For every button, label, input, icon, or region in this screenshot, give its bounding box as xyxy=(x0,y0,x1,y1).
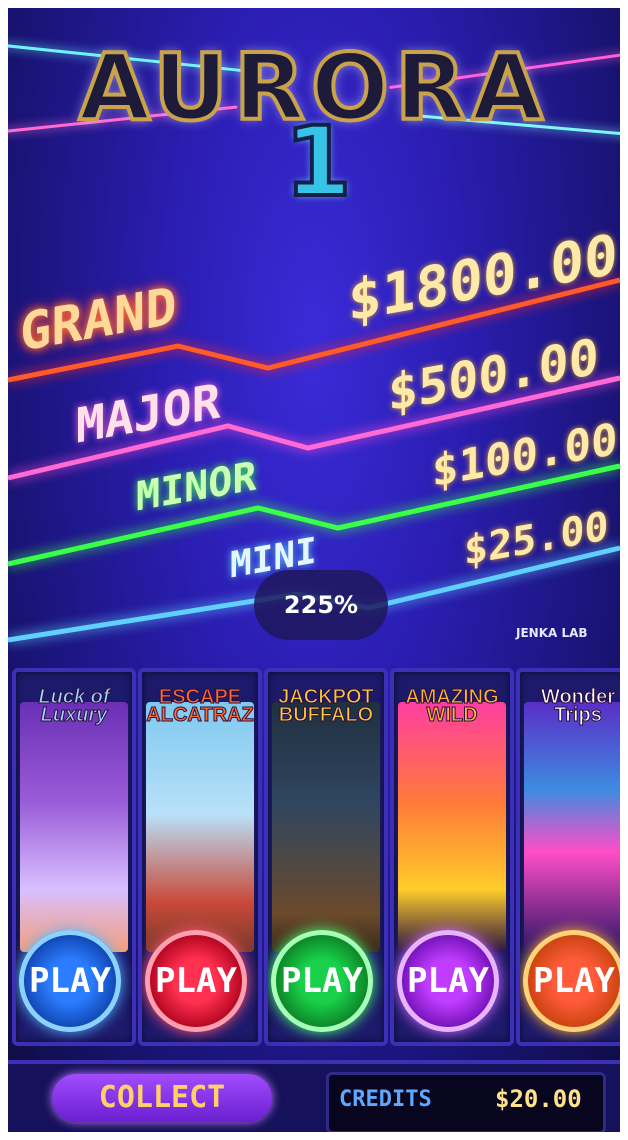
game-card-amazing-wild[interactable]: AMAZING WILD PLAY xyxy=(390,668,514,1046)
play-button[interactable]: PLAY xyxy=(397,930,499,1032)
play-button[interactable]: PLAY xyxy=(145,930,247,1032)
game-lobby-screen: AURORA 1 GRAND $1800.00 MAJOR $500.00 MI… xyxy=(8,8,620,1132)
game-card-jackpot-buffalo[interactable]: JACKPOT BUFFALO PLAY xyxy=(264,668,388,1046)
game-card-wonder-trips[interactable]: Wonder Trips PLAY xyxy=(516,668,620,1046)
game-card-escape-alcatraz[interactable]: ESCAPE ALCATRAZ PLAY xyxy=(138,668,262,1046)
game-thumbnail xyxy=(20,702,128,952)
credits-panel: CREDITS $20.00 xyxy=(326,1072,606,1132)
publisher-logo: JENKA LAB xyxy=(516,626,588,640)
play-button[interactable]: PLAY xyxy=(271,930,373,1032)
game-thumbnail xyxy=(146,702,254,952)
play-button[interactable]: PLAY xyxy=(19,930,121,1032)
game-thumbnail xyxy=(398,702,506,952)
game-title: JACKPOT BUFFALO xyxy=(278,686,375,726)
zoom-level-badge: 225% xyxy=(254,570,388,640)
game-thumbnail xyxy=(524,702,620,952)
game-title: AMAZING WILD xyxy=(405,686,499,726)
bottom-bar: COLLECT CREDITS $20.00 xyxy=(8,1060,620,1132)
game-thumbnail xyxy=(272,702,380,952)
play-button[interactable]: PLAY xyxy=(523,930,620,1032)
credits-label: CREDITS xyxy=(339,1087,432,1112)
credits-value: $20.00 xyxy=(495,1085,582,1113)
game-card-luck-of-luxury[interactable]: Luck of Luxury PLAY xyxy=(12,668,136,1046)
game-title: ESCAPE ALCATRAZ xyxy=(146,686,254,726)
collect-button[interactable]: COLLECT xyxy=(52,1074,272,1122)
game-title: Wonder Trips xyxy=(540,686,616,726)
game-title: Luck of Luxury xyxy=(38,686,110,726)
